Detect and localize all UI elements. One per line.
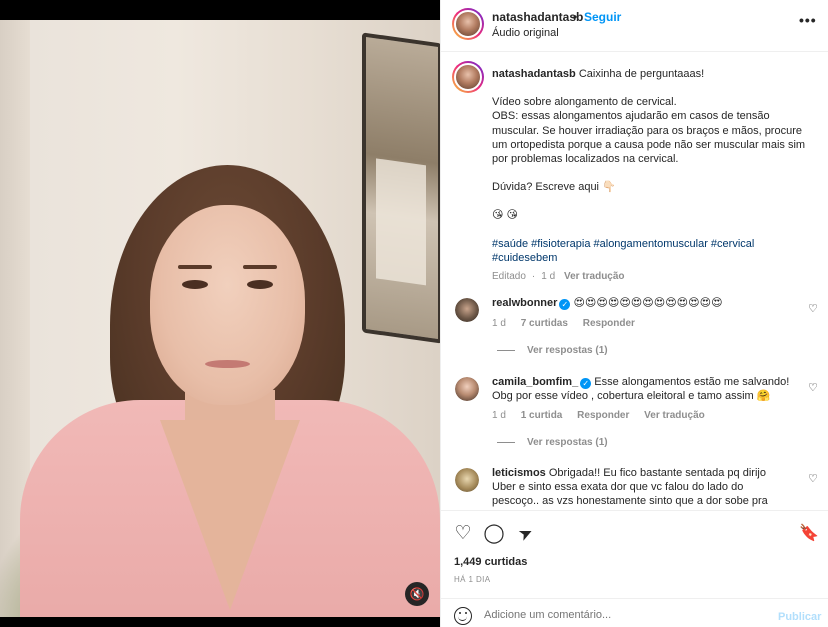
meta-dot: · — [531, 271, 536, 283]
caption-time: 1 d — [541, 271, 556, 283]
emoji-icon[interactable] — [454, 607, 472, 625]
like-comment-icon[interactable]: ♡ — [808, 472, 818, 485]
verified-icon: ✓ — [580, 378, 592, 389]
like-comment-icon[interactable]: ♡ — [808, 381, 818, 394]
save-bookmark-icon[interactable]: 🔖 — [798, 523, 820, 545]
reply-button[interactable]: Responder — [577, 410, 629, 421]
video-frame[interactable] — [0, 20, 440, 617]
share-icon[interactable]: ➤ — [511, 519, 540, 548]
follow-button[interactable]: Seguir — [584, 10, 621, 24]
hashtags[interactable]: #saúde #fisioterapia #alongamentomuscula… — [492, 237, 812, 265]
reply-button[interactable]: Responder — [583, 318, 635, 329]
comment-avatar[interactable] — [455, 468, 479, 492]
comment-time: 1 d — [492, 410, 506, 421]
likes-count[interactable]: 1,449 curtidas — [454, 556, 527, 568]
comment-icon[interactable]: ◯ — [483, 523, 505, 545]
video-person — [0, 20, 440, 617]
post-side-panel: natashadantasb • Seguir Áudio original •… — [440, 0, 828, 627]
add-comment-bar: Publicar — [441, 598, 828, 627]
edited-label: Editado — [492, 271, 526, 283]
audio-label[interactable]: Áudio original — [492, 27, 559, 39]
caption-avatar[interactable] — [452, 61, 484, 93]
comment-text: 😍😍😍😍😍😍😍😍😍😍😍😍😍 — [573, 297, 723, 309]
post-username[interactable]: natashadantasb — [492, 10, 583, 24]
like-comment-icon[interactable]: ♡ — [808, 302, 818, 315]
add-comment-input[interactable] — [484, 609, 764, 621]
mute-icon[interactable]: 🔇 — [405, 582, 429, 606]
video-player[interactable]: 🔇 — [0, 0, 440, 627]
comment-likes[interactable]: 1 curtida — [521, 410, 563, 421]
comment-likes[interactable]: 7 curtidas — [521, 318, 568, 329]
post-actions: ♡ ◯ ➤ 🔖 1,449 curtidas HÁ 1 DIA — [441, 510, 828, 610]
separator-dot: • — [573, 10, 578, 24]
more-options-icon[interactable]: ••• — [799, 12, 817, 28]
view-replies-button[interactable]: Ver respostas (1) — [497, 437, 608, 448]
like-heart-icon[interactable]: ♡ — [452, 523, 474, 545]
view-replies-button[interactable]: Ver respostas (1) — [497, 345, 608, 356]
comment-avatar[interactable] — [455, 298, 479, 322]
caption-username[interactable]: natashadantasb — [492, 68, 576, 80]
comment-avatar[interactable] — [455, 377, 479, 401]
caption-line: Vídeo sobre alongamento de cervical. — [492, 96, 677, 109]
avatar[interactable] — [452, 8, 484, 40]
caption-line: OBS: essas alongamentos ajudarão em caso… — [492, 110, 806, 166]
caption-line: Caixinha de perguntaaas! — [578, 68, 705, 80]
post-header: natashadantasb • Seguir Áudio original •… — [441, 0, 828, 52]
comment-username[interactable]: leticismos — [492, 467, 546, 479]
comment-username[interactable]: realwbonner — [492, 297, 557, 309]
comment-time: 1 d — [492, 318, 506, 329]
publish-button[interactable]: Publicar — [778, 611, 821, 623]
caption-line: Dúvida? Escreve aqui 👇🏻 — [492, 181, 616, 194]
caption: natashadantasb Caixinha de perguntaaas! … — [492, 67, 812, 284]
comments-scroll[interactable]: natashadantasb Caixinha de perguntaaas! … — [441, 53, 828, 510]
comment-username[interactable]: camila_bomfim_ — [492, 376, 578, 388]
caption-emojis: 😘 😘 — [492, 209, 518, 222]
translate-button[interactable]: Ver tradução — [644, 410, 705, 421]
translate-button[interactable]: Ver tradução — [564, 271, 625, 282]
post-date: HÁ 1 DIA — [454, 575, 491, 584]
verified-icon: ✓ — [559, 299, 571, 310]
